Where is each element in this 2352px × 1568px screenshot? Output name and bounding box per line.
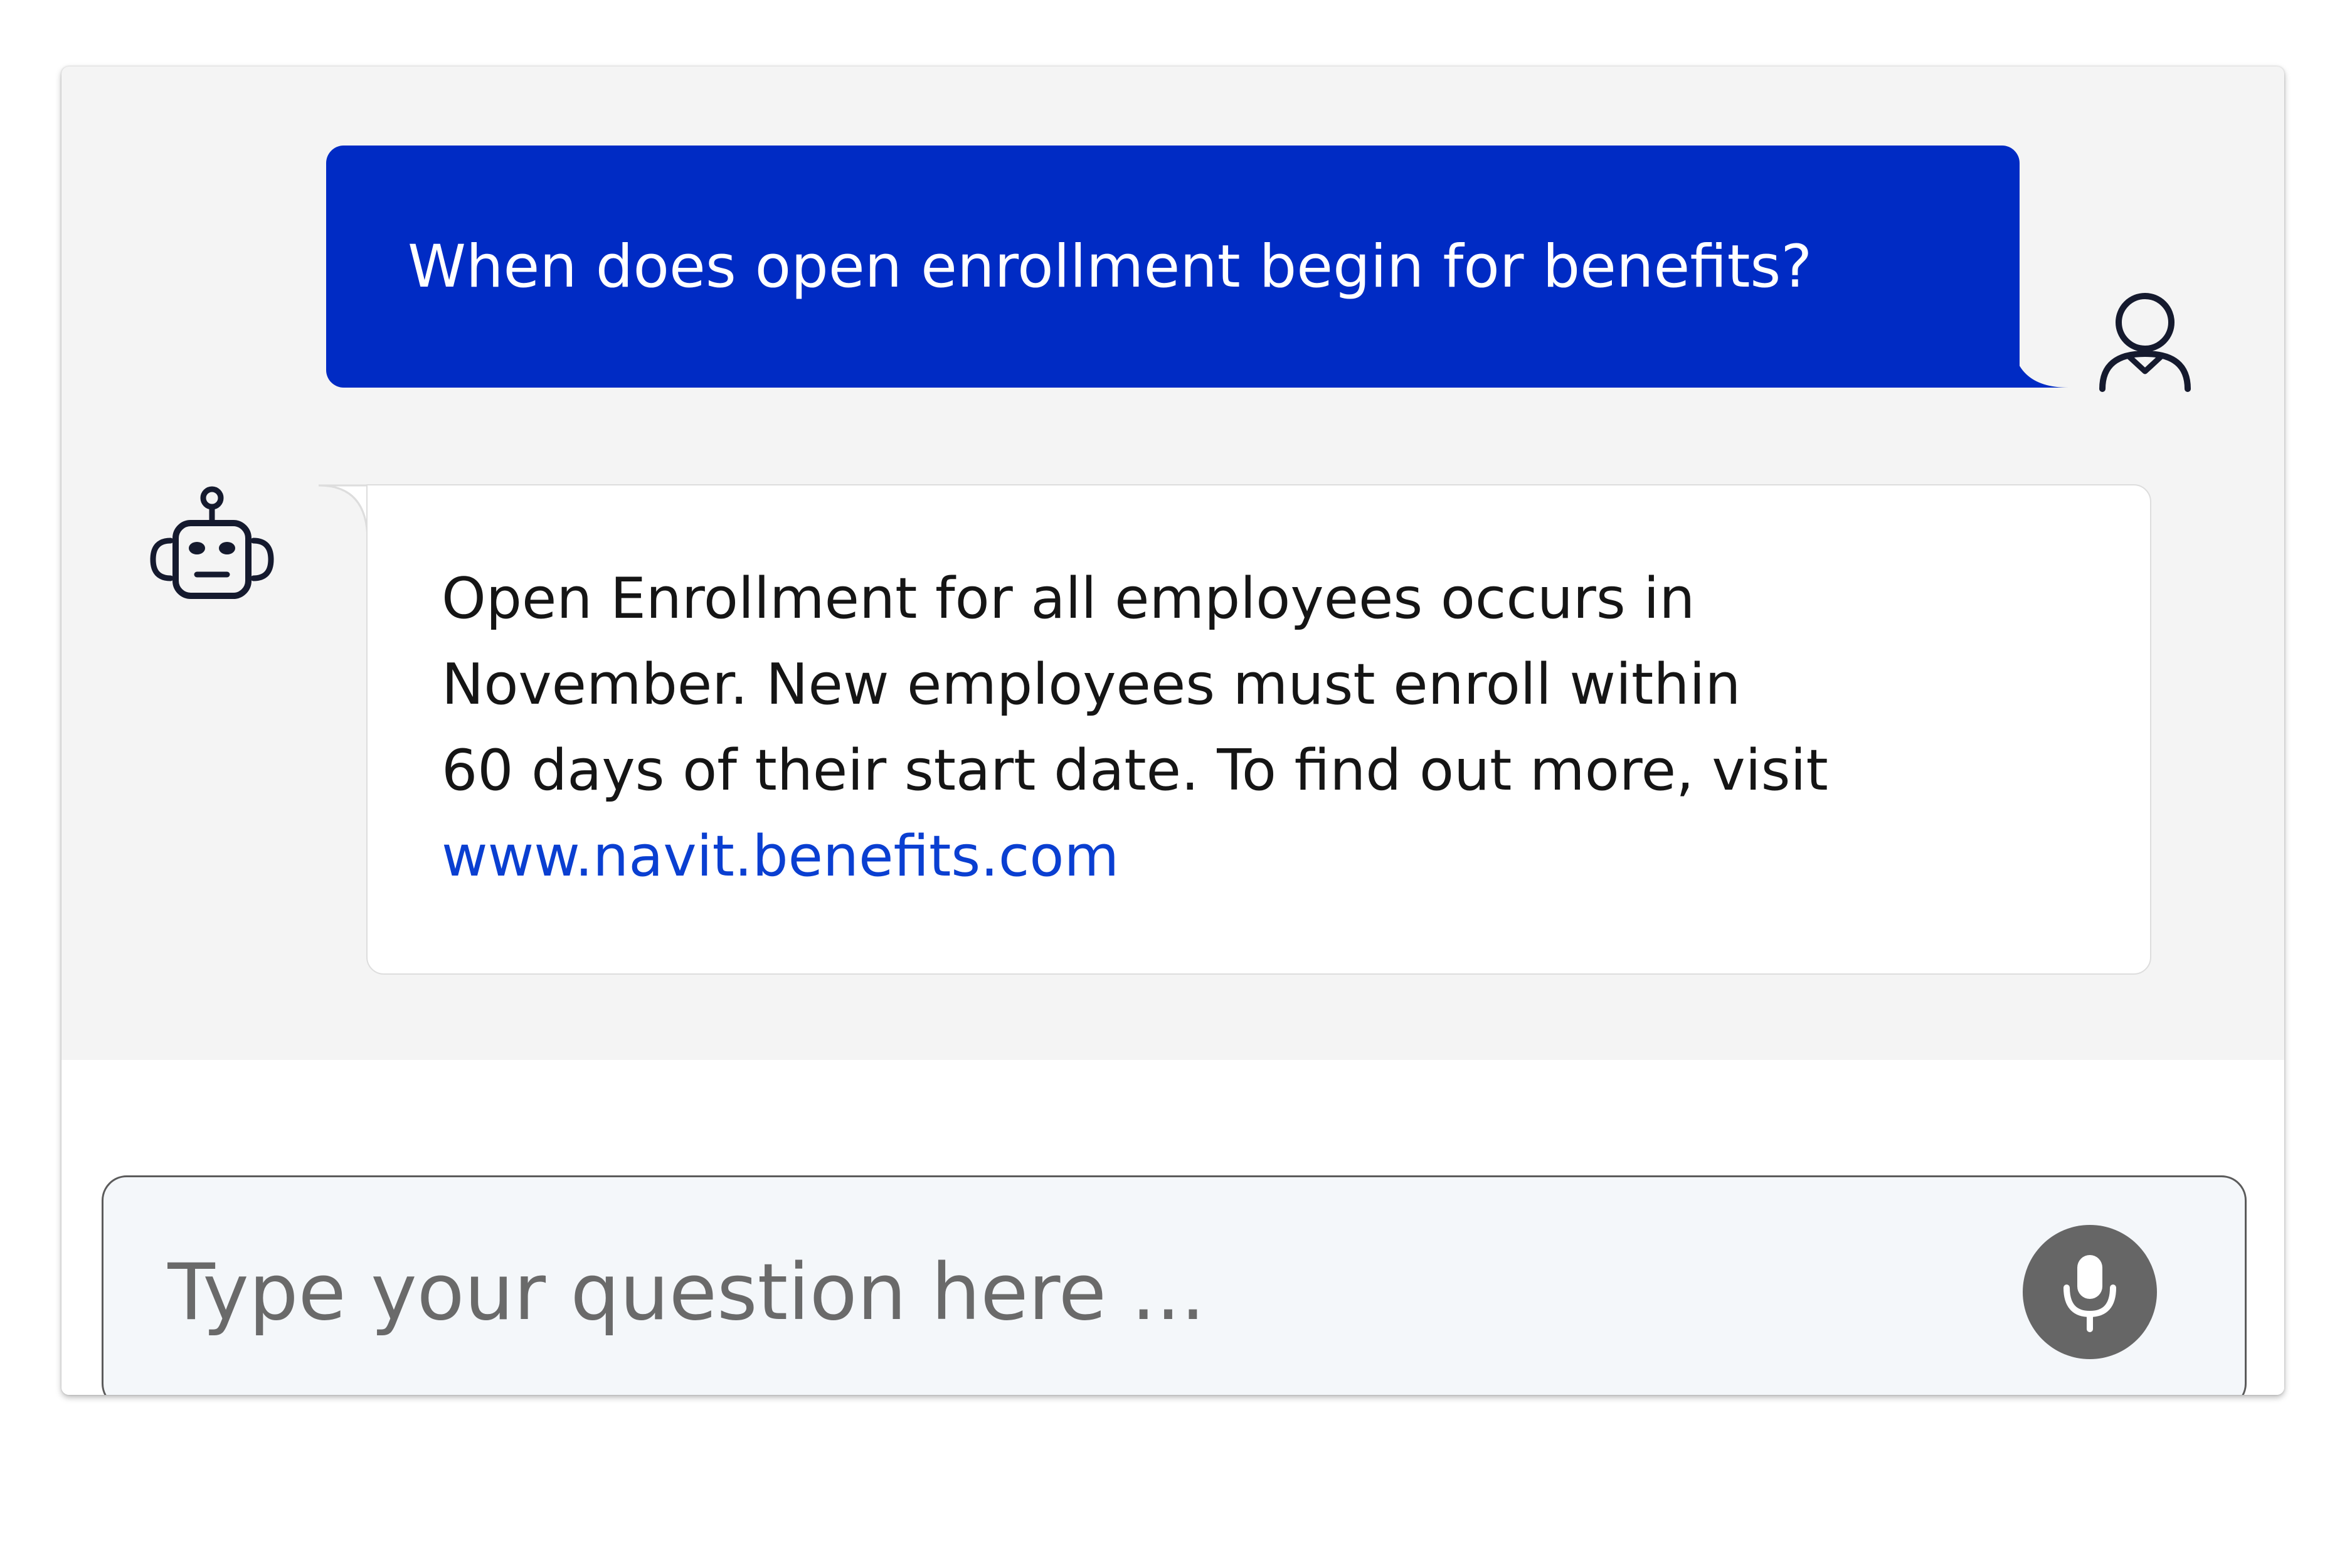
- question-input[interactable]: [166, 1177, 1988, 1395]
- bot-message-line: Open Enrollment for all employees occurs…: [442, 566, 1695, 632]
- bot-message-line: November. New employees must enroll with…: [442, 652, 1741, 718]
- bot-message-line: 60 days of their start date. To find out…: [442, 738, 1828, 803]
- message-list: When does open enrollment begin for bene…: [61, 66, 2284, 1060]
- microphone-button[interactable]: [2023, 1225, 2157, 1359]
- bot-bubble-tail: [318, 484, 369, 541]
- microphone-icon: [2063, 1255, 2116, 1332]
- bot-message-bubble: Open Enrollment for all employees occurs…: [366, 484, 2151, 975]
- question-input-box: [102, 1175, 2247, 1395]
- benefits-link[interactable]: www.navit.benefits.com: [442, 824, 1119, 889]
- chat-window: When does open enrollment begin for bene…: [61, 66, 2284, 1395]
- user-message-bubble: When does open enrollment begin for bene…: [326, 146, 2020, 388]
- bot-message-text: Open Enrollment for all employees occurs…: [442, 556, 1828, 899]
- user-bubble-tail: [2012, 334, 2069, 388]
- composer-area: [61, 1060, 2284, 1395]
- user-icon: [2099, 293, 2191, 392]
- user-message-text: When does open enrollment begin for bene…: [408, 232, 1813, 301]
- robot-icon: [150, 486, 274, 599]
